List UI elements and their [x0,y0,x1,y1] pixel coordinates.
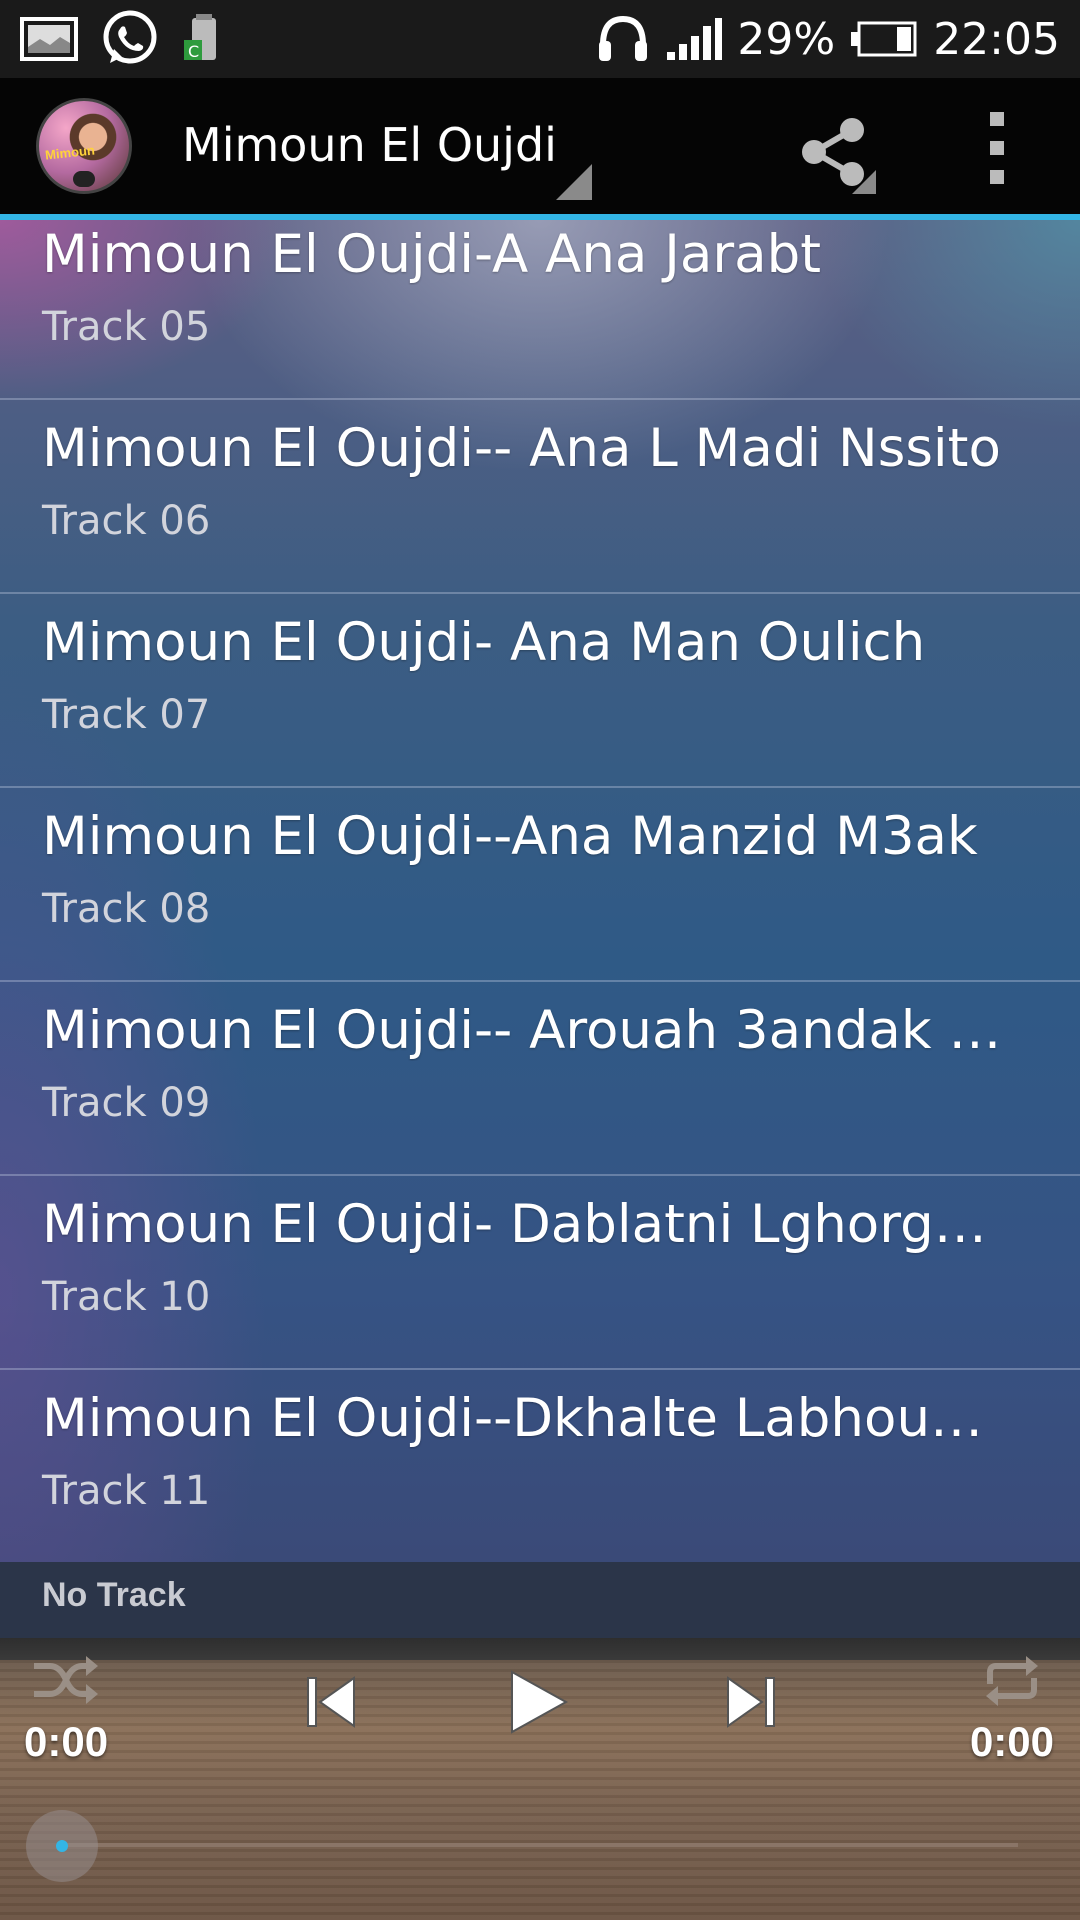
overflow-dot [990,112,1004,126]
gallery-icon [20,17,78,61]
track-number: Track 06 [42,498,211,544]
track-title: Mimoun El Oujdi-- Arouah 3andak la T... [42,1000,1002,1061]
play-button[interactable] [506,1668,570,1736]
track-number: Track 07 [42,692,211,738]
elapsed-time: 0:00 [24,1718,109,1765]
total-duration: 0:00 [969,1718,1054,1765]
app-title[interactable]: Mimoun El Oujdi [182,118,557,172]
repeat-button[interactable] [982,1654,1042,1708]
clock: 22:05 [933,13,1060,65]
shuffle-button[interactable] [30,1652,100,1708]
track-title: Mimoun El Oujdi--Ana Manzid M3ak [42,806,978,867]
track-number: Track 08 [42,886,211,932]
svg-text:C: C [188,42,199,61]
track-title: Mimoun El Oujdi- Ana Man Oulich [42,612,926,673]
signal-icon [665,16,723,62]
overflow-dot [990,141,1004,155]
track-number: Track 05 [42,304,211,350]
title-dropdown-indicator[interactable] [556,164,592,200]
track-number: Track 11 [42,1468,211,1514]
track-list[interactable]: Mimoun El Oujdi-A Ana Jarabt Track 05 Mi… [0,220,1080,1562]
track-title: Mimoun El Oujdi- Dablatni Lghorghba [42,1194,1002,1255]
track-item[interactable]: Mimoun El Oujdi--Dkhalte Labhour Sg... T… [0,1370,1080,1562]
shuffle-icon [34,1656,98,1704]
overflow-menu-button[interactable] [980,112,1014,184]
skip-next-icon [727,1676,775,1728]
track-number: Track 09 [42,1080,211,1126]
skip-previous-icon [307,1676,355,1728]
next-button[interactable] [722,1672,778,1732]
whatsapp-icon [100,9,160,69]
track-item[interactable]: Mimoun El Oujdi- Dablatni Lghorghba Trac… [0,1176,1080,1370]
track-title: Mimoun El Oujdi-A Ana Jarabt [42,224,822,285]
overflow-dot [990,170,1004,184]
track-item[interactable]: Mimoun El Oujdi--Ana Manzid M3ak Track 0… [0,788,1080,982]
battery-icon [849,19,919,59]
status-bar: C 29% 22:05 [0,0,1080,78]
seek-bar[interactable] [62,1843,1018,1847]
avatar-play-icon [73,171,95,187]
app-avatar[interactable]: Mimoun [36,98,132,194]
seek-thumb[interactable] [26,1810,98,1882]
track-item[interactable]: Mimoun El Oujdi-- Arouah 3andak la T... … [0,982,1080,1176]
avatar-text: Mimoun [44,142,96,163]
track-item[interactable]: Mimoun El Oujdi- Ana Man Oulich Track 07 [0,594,1080,788]
now-playing-bar: No Track [0,1562,1080,1638]
track-item[interactable]: Mimoun El Oujdi-- Ana L Madi Nssito Trac… [0,400,1080,594]
track-number: Track 10 [42,1274,211,1320]
system-icons: 29% 22:05 [595,11,1060,67]
track-title: Mimoun El Oujdi-- Ana L Madi Nssito [42,418,1001,479]
track-item[interactable]: Mimoun El Oujdi-A Ana Jarabt Track 05 [0,220,1080,400]
share-dropdown-indicator [852,170,876,194]
notification-icons: C [20,9,222,69]
cleaner-icon: C [182,14,222,64]
battery-percent: 29% [737,13,836,65]
now-playing-title: No Track [42,1576,186,1614]
play-icon [511,1670,569,1734]
repeat-icon [986,1656,1038,1706]
headphones-icon [595,11,651,67]
track-title: Mimoun El Oujdi--Dkhalte Labhour Sg... [42,1388,1002,1449]
previous-button[interactable] [304,1672,360,1732]
